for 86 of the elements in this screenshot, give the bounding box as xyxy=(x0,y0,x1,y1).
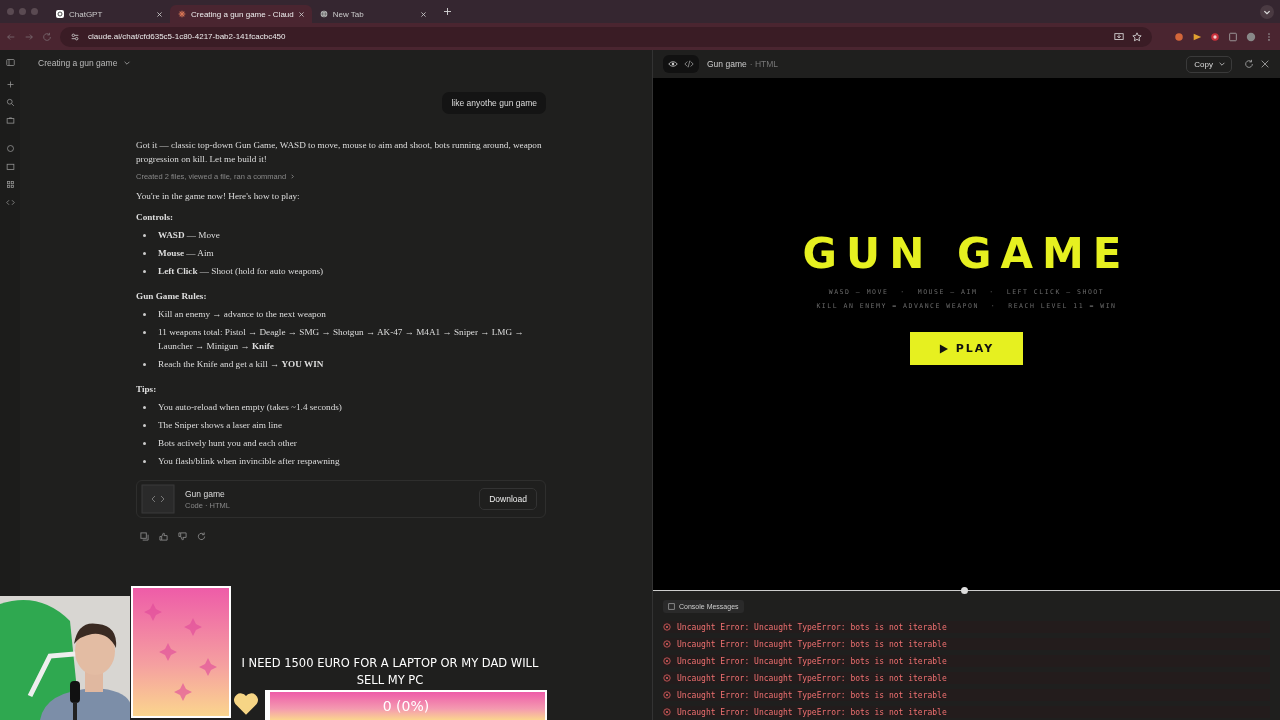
sidebar-toggle-icon[interactable] xyxy=(5,58,15,67)
grid-icon[interactable] xyxy=(5,180,15,189)
chat-title[interactable]: Creating a gun game xyxy=(38,58,118,68)
bullet-icon xyxy=(143,234,146,237)
browser-tab[interactable]: ChatGPT xyxy=(48,5,170,23)
game-title: GUN GAME xyxy=(802,229,1131,278)
bullet-icon xyxy=(143,252,146,255)
list-item: WASD — Move xyxy=(158,229,221,242)
list-item: Reach the Knife and get a kill → YOU WIN xyxy=(158,358,325,371)
bullet-icon xyxy=(143,460,146,463)
user-message: like anyothe gun game xyxy=(442,92,546,114)
puzzle-icon[interactable] xyxy=(1228,31,1238,42)
list-item: You flash/blink when invincible after respawning xyxy=(158,455,341,468)
error-icon xyxy=(663,674,671,682)
thumbs-down-icon[interactable] xyxy=(178,532,187,541)
bullet-icon xyxy=(143,442,146,445)
donation-goal-title: I NEED 1500 EURO FOR A LAPTOP OR MY DAD WILL SELL MY PC xyxy=(240,655,540,689)
artifact-type: · HTML xyxy=(749,59,779,69)
chevron-right-icon[interactable] xyxy=(289,173,297,180)
browser-tab[interactable]: Creating a gun game - Claud xyxy=(170,5,312,23)
address-bar[interactable]: claude.ai/chat/cfd635c5-1c80-4217-bab2-141fcacbc450 xyxy=(60,26,1152,47)
chat-logo-icon xyxy=(56,10,64,18)
list-item: Bots actively hunt you and each other xyxy=(158,437,298,450)
profile-icon[interactable] xyxy=(1246,31,1256,42)
bullet-icon xyxy=(143,424,146,427)
heart-icon xyxy=(232,692,260,716)
bullet-icon xyxy=(143,406,146,409)
star-icon[interactable] xyxy=(1132,31,1142,42)
download-button[interactable]: Download xyxy=(479,488,537,510)
console-icon[interactable] xyxy=(668,603,675,610)
copy-button[interactable]: Copy xyxy=(1186,55,1232,73)
list-item: Kill an enemy → advance to the next weapon xyxy=(158,308,327,321)
globe-icon xyxy=(319,10,328,18)
chevron-down-icon[interactable] xyxy=(123,59,132,67)
bullet-icon xyxy=(143,363,146,366)
error-icon xyxy=(663,657,671,665)
code-file-icon xyxy=(141,484,175,514)
bullet-icon xyxy=(143,331,146,334)
bullet-icon xyxy=(143,313,146,316)
error-message: Uncaught Error: Uncaught TypeError: bots is not iterable xyxy=(677,707,947,717)
close-icon[interactable] xyxy=(298,11,304,17)
chevron-down-icon[interactable] xyxy=(1260,4,1274,19)
retry-icon[interactable] xyxy=(197,532,206,541)
install-icon[interactable] xyxy=(1114,31,1124,42)
caret-icon[interactable] xyxy=(1218,60,1226,68)
donation-amount: 0 (0%) xyxy=(382,698,430,714)
copy-icon[interactable] xyxy=(140,532,149,541)
section-heading: Controls: xyxy=(136,212,175,222)
site-settings-icon[interactable] xyxy=(70,31,80,42)
thumbs-up-icon[interactable] xyxy=(159,532,168,541)
error-message: Uncaught Error: Uncaught TypeError: bots is not iterable xyxy=(677,690,947,700)
close-icon[interactable] xyxy=(1260,59,1270,69)
error-message: Uncaught Error: Uncaught TypeError: bots is not iterable xyxy=(677,656,947,666)
section-heading: Tips: xyxy=(136,384,158,394)
code-icon[interactable] xyxy=(684,59,694,69)
error-icon xyxy=(663,640,671,648)
starburst-icon xyxy=(178,10,186,18)
list-item: Mouse — Aim xyxy=(158,247,215,260)
close-icon[interactable] xyxy=(420,11,426,17)
eye-icon[interactable] xyxy=(668,59,678,69)
bullet-icon xyxy=(143,270,146,273)
play-icon[interactable] xyxy=(938,343,948,354)
search-icon[interactable] xyxy=(5,98,15,107)
artifact-title: Gun game xyxy=(707,59,747,69)
plus-icon[interactable] xyxy=(5,80,15,89)
list-item: You auto-reload when empty (takes ~1.4 seconds) xyxy=(158,401,343,414)
resize-handle[interactable] xyxy=(961,587,968,594)
close-icon[interactable] xyxy=(157,11,162,17)
assistant-paragraph: Got it — classic top-down Gun Game, WASD to move, mouse to aim and shoot, bots running around, weapon progression on kill. Let me build it! xyxy=(136,139,543,166)
section-heading: Gun Game Rules: xyxy=(136,291,208,301)
error-icon xyxy=(663,708,671,716)
reload-icon[interactable] xyxy=(1244,59,1254,69)
error-message: Uncaught Error: Uncaught TypeError: bots is not iterable xyxy=(677,673,947,683)
code-icon[interactable] xyxy=(5,198,15,207)
play-button[interactable]: PLAY xyxy=(910,332,1023,365)
error-icon xyxy=(663,623,671,631)
browser-tab[interactable]: New Tab xyxy=(311,5,434,23)
error-message: Uncaught Error: Uncaught TypeError: bots is not iterable xyxy=(677,622,947,632)
list-item: 11 weapons total: Pistol → Deagle → SMG → Shotgun → AK-47 → M4A1 → Sniper → LMG → Launcher → Minigun → Knife xyxy=(158,326,525,353)
error-message: Uncaught Error: Uncaught TypeError: bots is not iterable xyxy=(677,639,947,649)
assistant-paragraph: You're in the game now! Here's how to play: xyxy=(136,190,301,203)
briefcase-icon[interactable] xyxy=(5,116,15,125)
list-item: The Sniper shows a laser aim line xyxy=(158,419,283,432)
artifact-title: Gun game xyxy=(185,488,226,499)
error-icon xyxy=(663,691,671,699)
list-item: Left Click — Shoot (hold for auto weapons) xyxy=(158,265,325,278)
